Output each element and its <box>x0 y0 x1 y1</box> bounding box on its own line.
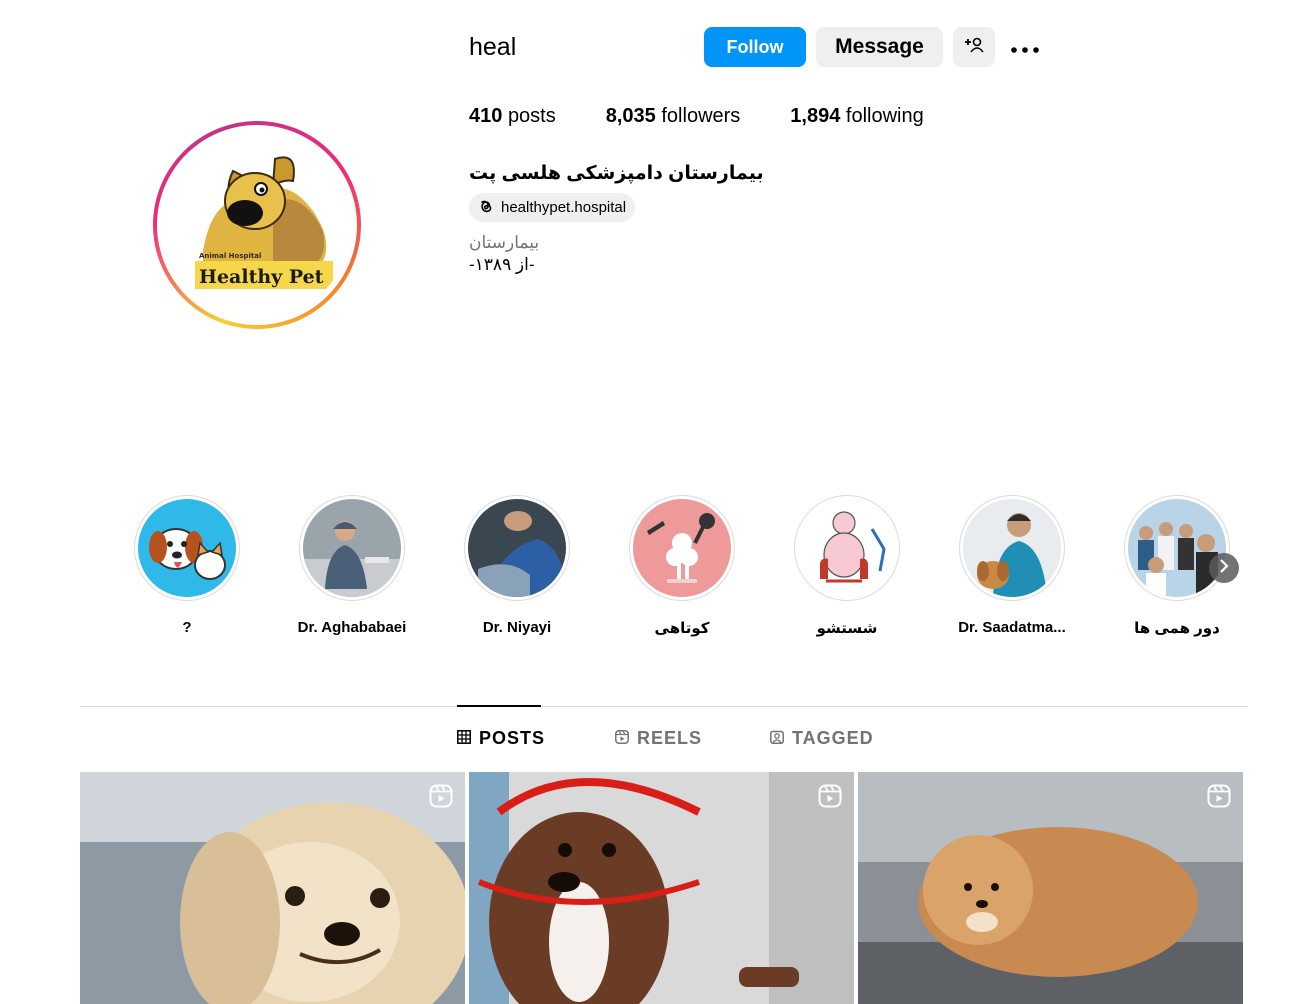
highlight-label: ? <box>182 619 192 636</box>
highlight-cover <box>303 499 401 597</box>
post-image <box>858 772 1243 1004</box>
active-tab-indicator <box>457 705 541 707</box>
threads-badge-link[interactable]: healthypet.hospital <box>469 193 636 222</box>
tab-tagged-label: TAGGED <box>792 728 874 748</box>
highlight-label: کوتاهی <box>654 620 710 637</box>
posts-count-label: posts <box>507 105 556 127</box>
following-link[interactable]: 1,894 following <box>790 105 923 128</box>
follow-button[interactable]: Follow <box>704 27 806 67</box>
suggested-accounts-button[interactable] <box>953 27 995 67</box>
tab-tagged[interactable]: TAGGED <box>770 728 874 749</box>
logo-text: Healthy Pet <box>199 266 324 288</box>
reels-icon <box>615 728 637 749</box>
profile-category: بیمارستان <box>469 233 540 252</box>
following-count-label: following <box>845 105 924 127</box>
profile-stats: 410 posts 8,035 followers 1,894 followin… <box>469 105 974 128</box>
highlight-cover <box>633 499 731 597</box>
post-tile[interactable] <box>469 772 854 1004</box>
highlight-label: Dr. Saadatma... <box>958 619 1066 636</box>
chevron-right-icon <box>1218 558 1230 578</box>
highlight-label: Dr. Niyayi <box>482 619 552 636</box>
highlight-item[interactable]: شستشو <box>767 495 927 637</box>
grid-icon <box>457 728 479 749</box>
highlight-cover <box>138 499 236 597</box>
person-add-icon <box>964 36 984 59</box>
following-count-value: 1,894 <box>790 105 841 127</box>
more-horizontal-icon <box>1011 36 1039 59</box>
profile-full-name: بیمارستان دامپزشکی هلسی پت <box>469 163 764 184</box>
highlight-cover <box>798 499 896 597</box>
highlight-ring <box>959 495 1065 601</box>
reel-badge-icon <box>429 784 453 813</box>
highlights-next-button[interactable] <box>1209 553 1239 583</box>
highlight-ring <box>134 495 240 601</box>
highlight-label: Dr. Aghababaei <box>297 619 407 636</box>
tab-reels-label: REELS <box>637 728 703 748</box>
highlight-item[interactable]: کوتاهی <box>602 495 762 637</box>
threads-handle: healthypet.hospital <box>501 199 627 216</box>
threads-icon <box>477 197 501 219</box>
highlight-label: دور همی ها <box>1134 620 1220 637</box>
highlight-cover <box>1128 499 1226 597</box>
tab-reels[interactable]: REELS <box>615 728 702 749</box>
reel-badge-icon <box>1207 784 1231 813</box>
more-options-button[interactable] <box>1006 27 1044 67</box>
reel-badge-icon <box>818 784 842 813</box>
highlight-item[interactable]: ? <box>107 495 267 636</box>
followers-count-value: 8,035 <box>605 105 656 127</box>
highlight-cover <box>963 499 1061 597</box>
avatar-inner: Animal Hospital Healthy Pet <box>157 125 357 325</box>
profile-bio: -از ۱۳۸۹- <box>469 255 535 274</box>
tab-posts-label: POSTS <box>479 728 546 748</box>
post-tile[interactable] <box>858 772 1243 1004</box>
tagged-icon <box>770 728 792 749</box>
posts-count: 410 posts <box>469 105 556 128</box>
highlight-ring <box>794 495 900 601</box>
highlight-label: شستشو <box>816 620 878 637</box>
highlight-item[interactable]: Dr. Saadatma... <box>932 495 1092 636</box>
highlight-ring <box>1124 495 1230 601</box>
highlight-item[interactable]: Dr. Aghababaei <box>272 495 432 636</box>
profile-avatar: Animal Hospital Healthy Pet <box>163 131 351 319</box>
tabs-divider <box>80 706 1248 707</box>
followers-count-label: followers <box>661 105 741 127</box>
highlight-ring <box>299 495 405 601</box>
highlight-cover <box>468 499 566 597</box>
posts-count-value: 410 <box>469 105 503 127</box>
post-tile[interactable] <box>80 772 465 1004</box>
post-image <box>80 772 465 1004</box>
post-image <box>469 772 854 1004</box>
logo-subtext: Animal Hospital <box>199 252 261 260</box>
profile-username: heal <box>469 33 517 61</box>
tab-posts[interactable]: POSTS <box>457 728 545 749</box>
followers-link[interactable]: 8,035 followers <box>606 105 741 128</box>
profile-avatar-ring[interactable]: Animal Hospital Healthy Pet <box>153 121 361 329</box>
highlight-ring <box>629 495 735 601</box>
message-button[interactable]: Message <box>816 27 943 67</box>
highlight-ring <box>464 495 570 601</box>
highlight-item[interactable]: Dr. Niyayi <box>437 495 597 636</box>
